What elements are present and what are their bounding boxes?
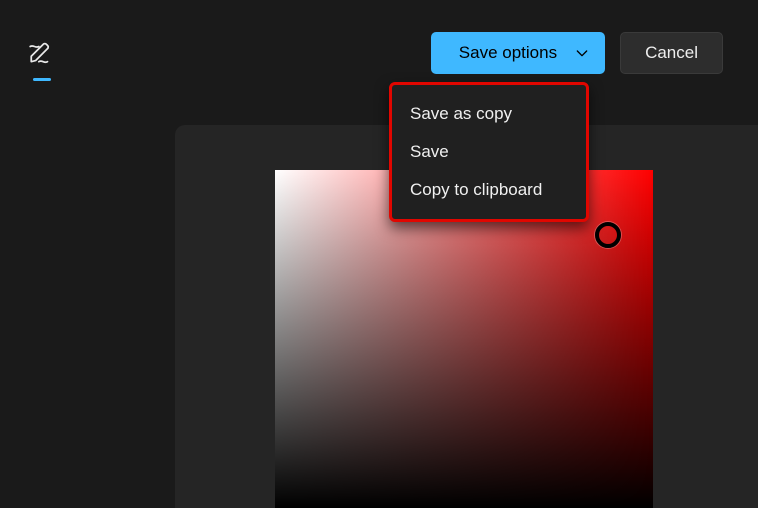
menu-item-save[interactable]: Save <box>392 133 586 171</box>
cancel-label: Cancel <box>645 43 698 63</box>
menu-item-copy-to-clipboard[interactable]: Copy to clipboard <box>392 171 586 209</box>
markup-pen-icon[interactable] <box>26 38 56 68</box>
menu-item-label: Save <box>410 142 449 161</box>
save-options-dropdown: Save as copy Save Copy to clipboard <box>389 82 589 222</box>
action-buttons: Save options Cancel <box>431 32 723 74</box>
chevron-down-icon <box>573 44 591 62</box>
save-options-label: Save options <box>459 43 557 63</box>
save-options-button[interactable]: Save options <box>431 32 605 74</box>
menu-item-save-as-copy[interactable]: Save as copy <box>392 95 586 133</box>
active-tool-indicator <box>33 78 51 81</box>
top-bar: Save options Cancel <box>0 0 758 90</box>
cancel-button[interactable]: Cancel <box>620 32 723 74</box>
menu-item-label: Copy to clipboard <box>410 180 542 199</box>
color-picker-handle[interactable] <box>595 222 621 248</box>
menu-item-label: Save as copy <box>410 104 512 123</box>
